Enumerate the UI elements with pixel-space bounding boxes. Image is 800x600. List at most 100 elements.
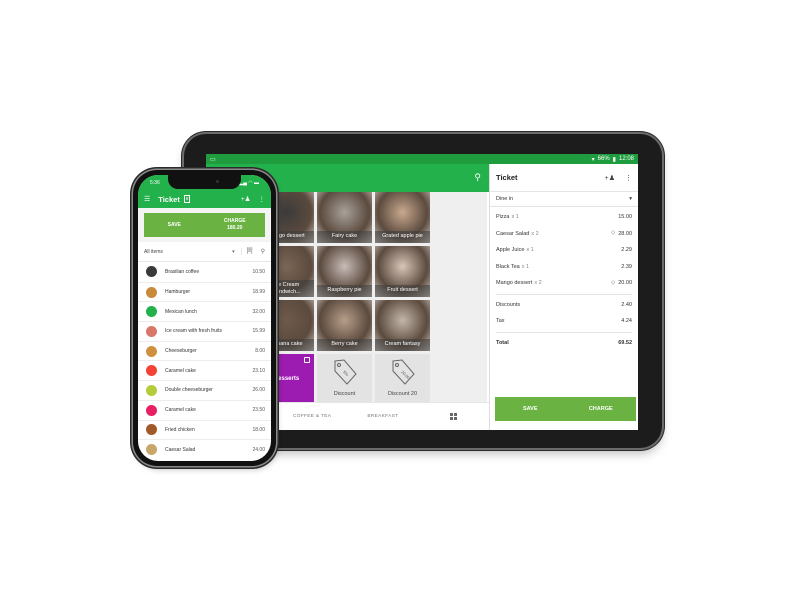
- ticket-line[interactable]: Mango dessert x 2 ⬦ 20.00: [496, 275, 632, 292]
- ticket-title: Ticket: [496, 173, 518, 182]
- tax-row-value: 4.24: [621, 318, 632, 325]
- item-list: Brasilian coffee 10.50 Hamburger 18.99 Mexic…: [138, 262, 271, 459]
- item-name: Cheeseburger: [165, 348, 197, 355]
- grid-tile[interactable]: Grated apple pie: [375, 192, 430, 243]
- ticket-actions: SAVE CHARGE: [495, 397, 636, 421]
- signal-battery-icons: ▂▄ ◠ ▬: [239, 179, 259, 186]
- line-amount: 28.00: [618, 230, 632, 237]
- item-thumbnail: [146, 286, 157, 298]
- tile-label: Raspberry pie: [317, 285, 372, 297]
- grid-tile[interactable]: Cream fantasy: [375, 300, 430, 351]
- list-item[interactable]: Hamburger 18.99: [138, 281, 271, 302]
- line-name: Black Tea: [496, 263, 520, 270]
- item-thumbnail: [146, 325, 157, 337]
- item-thumbnail: [146, 306, 157, 318]
- tab-coffee-tea[interactable]: COFFEE & TEA: [277, 414, 348, 419]
- save-button[interactable]: SAVE: [495, 406, 566, 412]
- discount-tag-icon: ⬦: [611, 279, 616, 286]
- tax-row-label: Tax: [496, 318, 505, 325]
- tile-label: Fruit dessert: [375, 285, 430, 297]
- dropdown-arrow-icon: ▾: [629, 196, 632, 202]
- total-row-value: 69.52: [618, 339, 632, 346]
- battery-percent: 66%: [597, 156, 610, 162]
- tab-breakfast[interactable]: BREAKFAST: [348, 414, 419, 419]
- list-item[interactable]: Double cheeseburger 26.00: [138, 380, 271, 400]
- clock: 12:08: [618, 156, 634, 162]
- list-item[interactable]: Brasilian coffee 10.50: [138, 262, 271, 282]
- grid-icon: [450, 413, 458, 420]
- discounts-row-label: Discounts: [496, 301, 521, 308]
- tile-label: Fairy cake: [317, 231, 372, 243]
- dining-option-select[interactable]: Dine in ▾: [490, 192, 638, 207]
- search-icon[interactable]: ⚲: [474, 172, 481, 183]
- discount-tag-icon: ⬦: [611, 230, 616, 237]
- grid-tile[interactable]: Berry cake: [317, 300, 372, 351]
- list-item[interactable]: Caramel cake 23.10: [138, 360, 271, 380]
- line-qty: x 2: [534, 280, 542, 287]
- phone-notch: [168, 175, 241, 189]
- item-name: Caramel cake: [165, 367, 196, 374]
- list-item[interactable]: Caramel cake 23.50: [138, 399, 271, 420]
- more-options-icon[interactable]: ⋮: [259, 195, 266, 203]
- list-item[interactable]: Mexican lunch 32.00: [138, 301, 271, 321]
- phone-device: 5:36 ▂▄ ◠ ▬ ☰ Ticket 8 +♟ ⋮ SAVE CHARGE …: [133, 170, 276, 466]
- tablet-status-bar: ▭ ▾ 66% ▮ 12:08: [206, 154, 638, 164]
- screen-icon: ▭: [210, 156, 216, 163]
- charge-button[interactable]: CHARGE: [566, 406, 637, 412]
- tab-all-categories[interactable]: [418, 413, 489, 420]
- grid-tile[interactable]: 5% Discount: [317, 354, 372, 405]
- search-icon[interactable]: ⚲: [261, 248, 265, 255]
- wifi-icon: ▾: [591, 156, 595, 163]
- list-item[interactable]: Caesar Salad 24.00: [138, 439, 271, 459]
- line-name: Apple Juice: [496, 247, 525, 254]
- phone-charge-button[interactable]: CHARGE 180.20: [205, 218, 266, 232]
- line-name: Caesar Salad: [496, 230, 530, 237]
- tile-label: Berry cake: [317, 339, 372, 351]
- item-name: Caramel cake: [165, 407, 196, 414]
- category-filter-value[interactable]: All items: [144, 249, 163, 255]
- item-name: Caesar Salad: [165, 446, 196, 453]
- list-item[interactable]: Cheeseburger 8.00: [138, 340, 271, 361]
- tile-label: Discount: [333, 391, 356, 397]
- line-amount: 20.00: [618, 280, 632, 287]
- grid-tile[interactable]: Raspberry pie: [317, 246, 372, 297]
- camera-icon: [216, 180, 219, 183]
- item-thumbnail: [146, 365, 157, 377]
- phone-save-button[interactable]: SAVE: [144, 222, 205, 229]
- item-price: 23.10: [252, 367, 265, 374]
- grid-tile[interactable]: 20.00 Discount 20: [375, 354, 430, 405]
- ticket-line[interactable]: Apple Juice x 1 2.29: [496, 242, 632, 259]
- item-price: 26.00: [252, 387, 265, 394]
- grid-tile[interactable]: Fruit dessert: [375, 246, 430, 297]
- item-price: 32.00: [252, 308, 265, 315]
- total-row-label: Total: [496, 339, 509, 346]
- ticket-line[interactable]: Black Tea x 1 2.39: [496, 259, 632, 276]
- barcode-scan-icon[interactable]: [⦀]: [240, 248, 253, 255]
- ticket-line[interactable]: Caesar Salad x 2 ⬦ 28.00: [496, 226, 632, 243]
- dropdown-arrow-icon[interactable]: ▾: [232, 249, 235, 255]
- ticket-line[interactable]: Pizza x 1 15.00: [496, 209, 632, 226]
- tile-label: Grated apple pie: [375, 231, 430, 243]
- add-customer-icon[interactable]: +♟: [605, 174, 615, 182]
- phone-screen: 5:36 ▂▄ ◠ ▬ ☰ Ticket 8 +♟ ⋮ SAVE CHARGE …: [138, 175, 271, 461]
- item-thumbnail: [146, 444, 157, 456]
- discounts-row-value: 2.40: [621, 301, 632, 308]
- ticket-count-badge: 8: [183, 195, 191, 203]
- item-filter-bar: All items ▾ [⦀] ⚲: [138, 242, 271, 262]
- line-qty: x 1: [526, 247, 534, 254]
- list-item[interactable]: Fried chicken 18.00: [138, 419, 271, 440]
- line-qty: x 2: [531, 230, 539, 237]
- grid-tile[interactable]: Fairy cake: [317, 192, 372, 243]
- phone-ticket-title: Ticket: [158, 194, 180, 204]
- add-customer-icon[interactable]: +♟: [241, 195, 251, 203]
- more-options-icon[interactable]: ⋮: [625, 174, 632, 182]
- discount-tag-icon: 20.00: [392, 359, 415, 385]
- list-item[interactable]: Ice cream with fresh fruits 15.99: [138, 321, 271, 341]
- divider: [496, 293, 632, 295]
- line-qty: x 1: [521, 263, 530, 270]
- menu-icon[interactable]: ☰: [144, 195, 150, 203]
- phone-app-bar: ☰ Ticket 8 +♟ ⋮: [138, 190, 271, 208]
- line-name: Pizza: [496, 214, 510, 221]
- ticket-lines: Pizza x 1 15.00 Caesar Salad x 2 ⬦ 28.00 Apple …: [490, 207, 638, 351]
- line-amount: 15.00: [618, 214, 632, 221]
